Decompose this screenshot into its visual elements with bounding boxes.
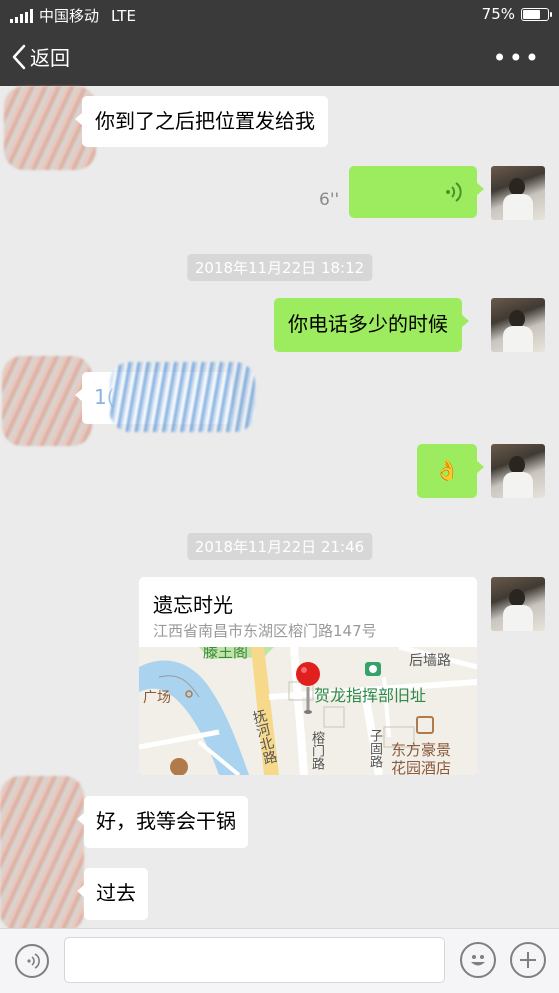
ok-hand-icon: 👌 (434, 458, 460, 482)
message-input[interactable] (64, 937, 445, 983)
location-title: 遗忘时光 (153, 593, 233, 617)
plus-button[interactable] (510, 942, 546, 978)
map-label: 广场 (143, 690, 171, 706)
more-dots-icon: ••• (492, 44, 541, 72)
voice-wave-icon (446, 182, 462, 202)
map-label: 后墙路 (409, 653, 451, 669)
nav-bar: 返回 ••• (0, 30, 559, 86)
map-label: 子固路 (367, 729, 382, 768)
emoji-button[interactable] (460, 942, 496, 978)
more-button[interactable]: ••• (493, 44, 541, 72)
back-button[interactable]: 返回 (12, 42, 70, 71)
map-label: 榕门路 (309, 731, 324, 770)
voice-message-bubble[interactable] (349, 166, 484, 218)
message-text: 好，我等会干锅 (96, 809, 236, 833)
timestamp: 2018年11月22日 21:46 (186, 533, 373, 560)
avatar[interactable] (491, 577, 545, 631)
message-bubble-outgoing[interactable]: 你电话多少的时候 (274, 298, 469, 352)
location-map[interactable]: 滕王阁 后墙路 广场 贺龙指挥部旧址 抚河北路 榕门路 子固路 东方豪景 花园酒… (139, 647, 477, 775)
chevron-left-icon (12, 44, 26, 69)
message-bubble-incoming[interactable]: 过去 (77, 868, 148, 920)
message-bubble-incoming[interactable]: 好，我等会干锅 (77, 796, 248, 848)
redacted-avatar (0, 776, 84, 932)
location-card[interactable]: 遗忘时光 江西省南昌市东湖区榕门路147号 滕王阁 后墙路 广场 贺龙指挥部旧址… (139, 577, 477, 775)
message-bubble-incoming[interactable]: 你到了之后把位置发给我 (75, 96, 328, 147)
message-text: 过去 (96, 881, 136, 905)
voice-wave-icon (27, 953, 40, 969)
voice-toggle-button[interactable] (15, 944, 49, 978)
location-address: 江西省南昌市东湖区榕门路147号 (153, 622, 377, 640)
redaction-scribble (110, 362, 255, 432)
map-label: 花园酒店 (391, 759, 452, 775)
battery-icon (521, 7, 552, 21)
back-label: 返回 (30, 46, 70, 70)
message-text: 你到了之后把位置发给我 (95, 109, 315, 133)
plus-icon (520, 952, 536, 968)
signal-icon (10, 8, 33, 23)
map-label: 贺龙指挥部旧址 (314, 686, 427, 705)
map-label: 滕王阁 (203, 647, 249, 661)
input-bar (0, 928, 559, 993)
timestamp: 2018年11月22日 18:12 (186, 254, 373, 281)
status-bar: 中国移动 LTE 75% (0, 0, 559, 30)
smiley-icon (471, 955, 485, 966)
avatar[interactable] (491, 298, 545, 352)
network-label: LTE (111, 6, 136, 25)
voice-duration: 6'' (319, 190, 340, 210)
avatar[interactable] (491, 166, 545, 220)
emoji-message-bubble[interactable]: 👌 (417, 444, 484, 498)
carrier-label: 中国移动 (39, 7, 100, 25)
battery-percent: 75% (481, 5, 515, 23)
avatar[interactable] (491, 444, 545, 498)
message-text: 你电话多少的时候 (288, 312, 448, 336)
